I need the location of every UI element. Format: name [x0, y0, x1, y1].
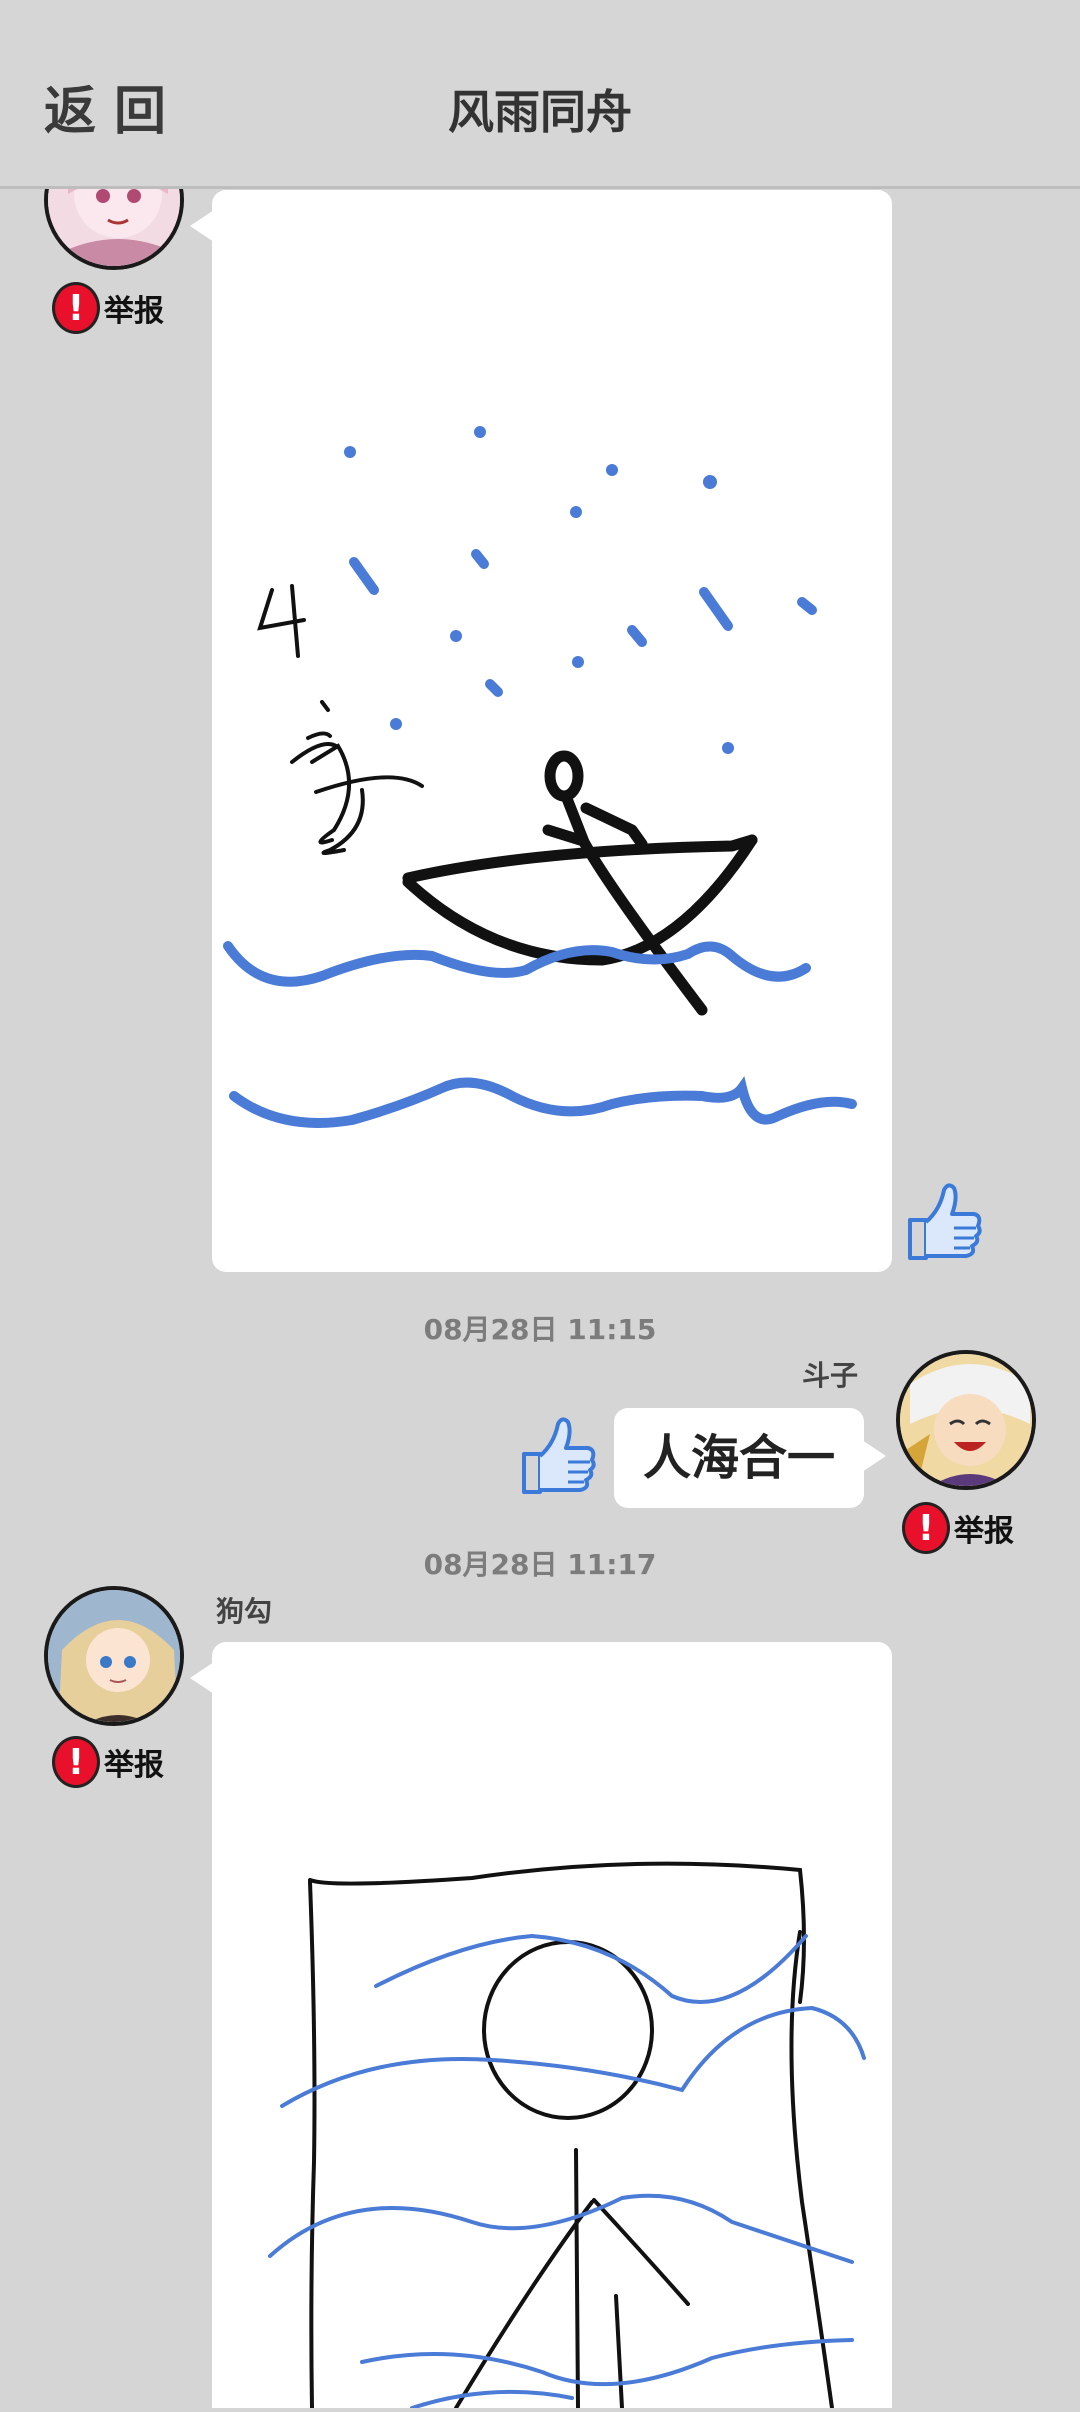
- rain-streaks: [349, 549, 817, 697]
- avatar[interactable]: [44, 1586, 184, 1726]
- drawing-message-bubble[interactable]: [190, 190, 892, 1272]
- report-label: 举报: [104, 1748, 164, 1783]
- avatar[interactable]: [896, 1350, 1036, 1490]
- sender-name: 狗勾: [216, 1595, 273, 1628]
- report-button[interactable]: ! 举报: [52, 1732, 164, 1792]
- head-circle: [482, 1940, 654, 2120]
- sender-name: 斗子: [802, 1359, 859, 1392]
- rain-drops: [344, 426, 734, 754]
- report-label: 举报: [104, 294, 164, 329]
- bubble-tail: [862, 1440, 886, 1472]
- report-button[interactable]: ! 举报: [52, 278, 164, 338]
- exclamation-icon: !: [52, 1736, 100, 1788]
- boat-figure: [402, 750, 758, 1016]
- message-timestamp: 08月28日 11:15: [423, 1313, 657, 1346]
- figure-body: [454, 2148, 690, 2410]
- bubble-tail: [190, 210, 214, 242]
- drawing-message-bubble[interactable]: [190, 1642, 892, 2410]
- text-message-bubble[interactable]: 人海合一: [614, 1408, 886, 1508]
- page-title: 风雨同舟: [448, 85, 632, 139]
- thumbs-up-icon[interactable]: [904, 1180, 984, 1264]
- bubble-tail: [190, 1662, 214, 1694]
- waves: [223, 941, 857, 1128]
- message-text: 人海合一: [642, 1430, 835, 1486]
- frame-lines: [308, 1861, 834, 2410]
- exclamation-icon: !: [52, 282, 100, 334]
- drawing-canvas: [223, 426, 857, 1128]
- drawing-canvas: [268, 1861, 866, 2410]
- thumbs-up-icon[interactable]: [518, 1414, 598, 1498]
- message-timestamp: 08月28日 11:17: [423, 1548, 657, 1581]
- waves: [268, 1933, 866, 2410]
- top-bar: 返回 风雨同舟: [0, 0, 1080, 189]
